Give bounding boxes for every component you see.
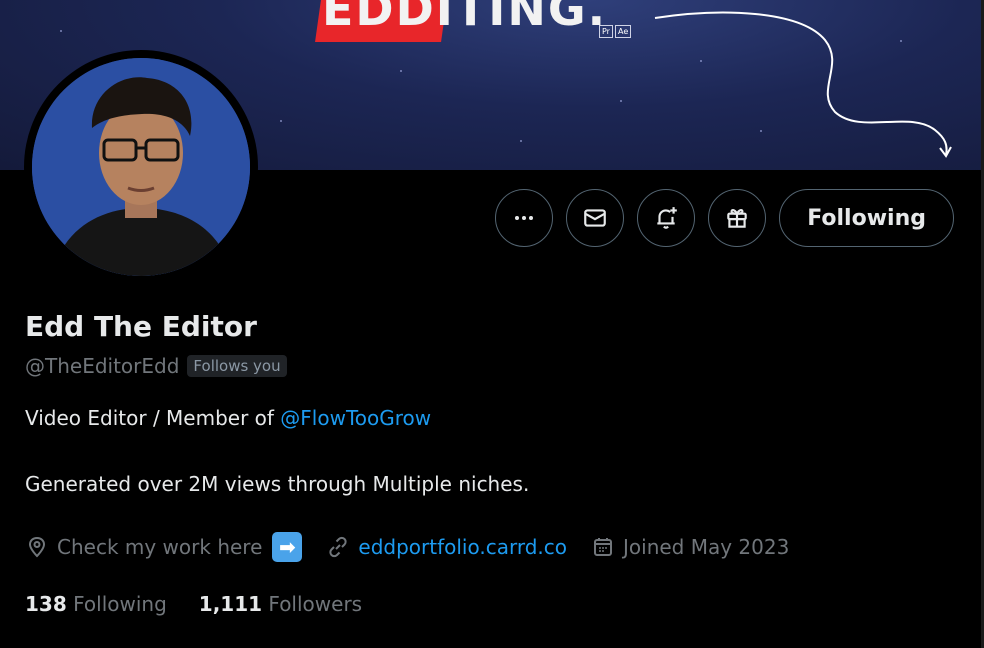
bio-line-2: Generated over 2M views through Multiple… bbox=[25, 472, 530, 496]
joined-text: Joined May 2023 bbox=[623, 535, 790, 559]
followers-count: 1,111 bbox=[198, 592, 263, 616]
notify-button[interactable] bbox=[637, 189, 696, 247]
website-link[interactable]: eddportfolio.carrd.co bbox=[358, 535, 567, 559]
location-pin-icon bbox=[28, 536, 46, 558]
follow-stats: 138 Following 1,111 Followers bbox=[25, 592, 362, 616]
gift-icon bbox=[727, 209, 748, 228]
bio-line-1: Video Editor / Member of @FlowTooGrow bbox=[25, 406, 431, 430]
followers-stat-link[interactable]: 1,111 Followers bbox=[199, 592, 362, 616]
avatar[interactable] bbox=[32, 58, 250, 276]
location-text: Check my work here bbox=[57, 535, 263, 559]
avatar-portrait bbox=[32, 58, 250, 276]
profile-name: Edd The Editor bbox=[25, 310, 257, 343]
following-stat-link[interactable]: 138 Following bbox=[25, 592, 167, 616]
profile-handle: @TheEditorEdd bbox=[25, 354, 180, 378]
gift-button[interactable] bbox=[708, 189, 767, 247]
bio-line-1-text: Video Editor / Member of bbox=[25, 406, 281, 430]
joined-item: Joined May 2023 bbox=[591, 535, 789, 559]
bell-plus-icon bbox=[657, 207, 678, 229]
following-button[interactable]: Following bbox=[779, 189, 954, 247]
handle-row: @TheEditorEdd Follows you bbox=[25, 354, 287, 378]
more-horizontal-icon bbox=[515, 216, 534, 220]
profile-meta-row: Check my work here ➡ eddportfolio.carrd.… bbox=[25, 532, 813, 562]
more-button[interactable] bbox=[495, 189, 554, 247]
follows-you-badge: Follows you bbox=[187, 355, 287, 377]
following-label: Following bbox=[73, 592, 167, 616]
mail-icon bbox=[584, 209, 607, 227]
bio-mention-link[interactable]: @FlowTooGrow bbox=[280, 406, 431, 430]
right-arrow-emoji-icon: ➡ bbox=[272, 532, 303, 562]
location-item: Check my work here ➡ bbox=[25, 532, 303, 562]
calendar-icon bbox=[594, 538, 612, 556]
following-count: 138 bbox=[25, 592, 67, 616]
link-icon bbox=[329, 536, 348, 558]
website-item: eddportfolio.carrd.co bbox=[326, 535, 567, 559]
followers-label: Followers bbox=[268, 592, 363, 616]
profile-actions: Following bbox=[495, 189, 954, 247]
message-button[interactable] bbox=[566, 189, 625, 247]
